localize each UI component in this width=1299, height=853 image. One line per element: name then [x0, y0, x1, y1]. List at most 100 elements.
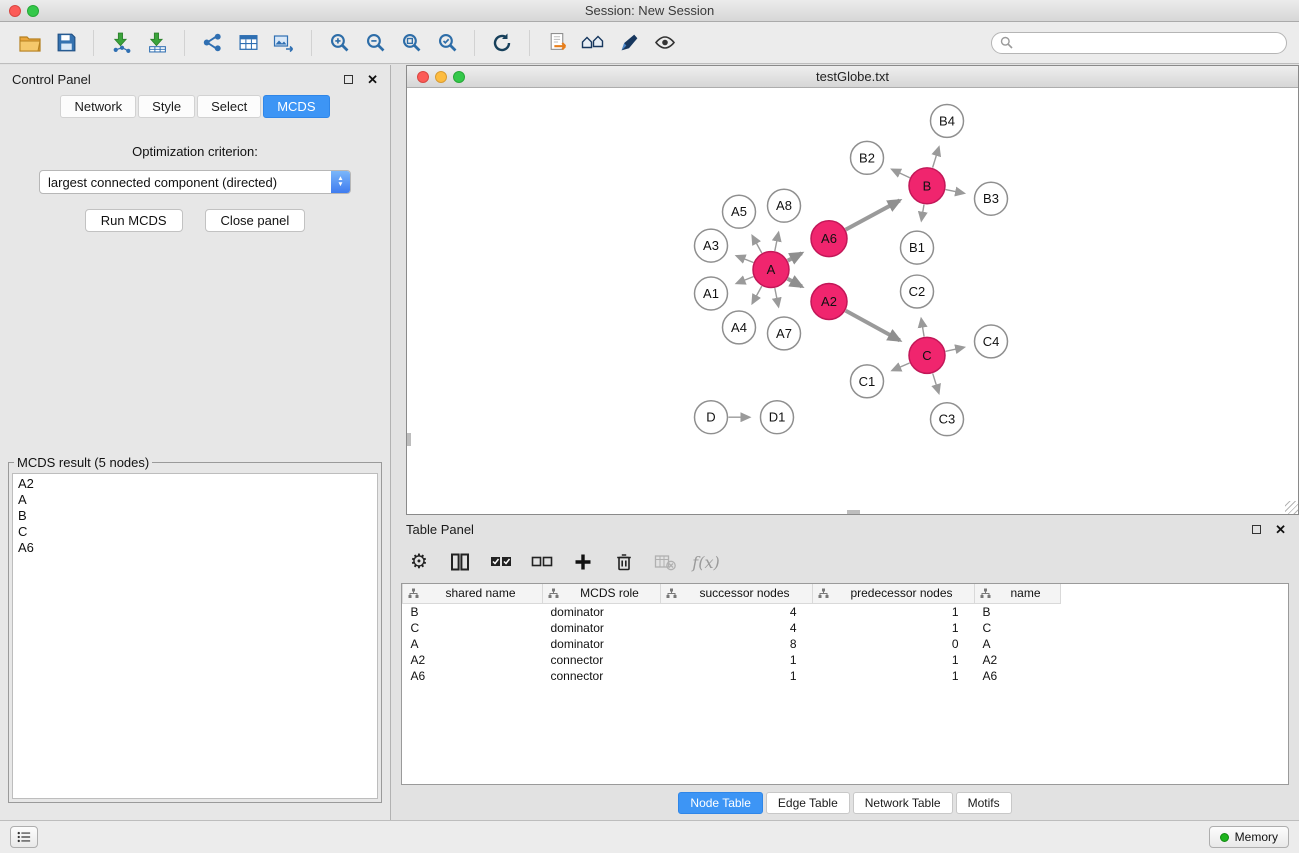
- network-graph[interactable]: B4B2BB3A5A8A6A3B1AC2A1A2A4A7C4CC1C3DD1: [407, 88, 1298, 514]
- network-canvas[interactable]: B4B2BB3A5A8A6A3B1AC2A1A2A4A7C4CC1C3DD1: [407, 88, 1298, 514]
- show-hide-button[interactable]: [647, 27, 683, 59]
- new-network-button[interactable]: [194, 27, 230, 59]
- table-cell[interactable]: 4: [661, 620, 813, 636]
- network-zoom-button[interactable]: [453, 71, 465, 83]
- network-minimize-button[interactable]: [435, 71, 447, 83]
- deselect-all-button[interactable]: [528, 548, 556, 576]
- graph-edge[interactable]: [846, 200, 900, 229]
- tab-select[interactable]: Select: [197, 95, 261, 118]
- column-header-shared-name[interactable]: shared name: [403, 584, 543, 603]
- table-cell[interactable]: 1: [813, 652, 975, 668]
- show-columns-button[interactable]: [446, 548, 474, 576]
- horizontal-scroll-indicator[interactable]: [847, 510, 860, 514]
- select-all-button[interactable]: [487, 548, 515, 576]
- table-cell[interactable]: 8: [661, 636, 813, 652]
- add-row-button[interactable]: [569, 548, 597, 576]
- tab-network[interactable]: Network: [60, 95, 136, 118]
- run-mcds-button[interactable]: Run MCDS: [85, 209, 183, 232]
- float-panel-icon[interactable]: [344, 75, 353, 84]
- table-cell[interactable]: 1: [661, 652, 813, 668]
- graph-edge[interactable]: [775, 288, 779, 306]
- zoom-in-button[interactable]: [321, 27, 357, 59]
- network-close-button[interactable]: [417, 71, 429, 83]
- result-item[interactable]: C: [18, 524, 372, 540]
- export-image-button[interactable]: [266, 27, 302, 59]
- graph-edge[interactable]: [788, 279, 802, 287]
- graph-edge[interactable]: [737, 256, 754, 263]
- table-cell[interactable]: A: [975, 636, 1061, 652]
- mcds-result-list[interactable]: A2ABCA6: [12, 473, 378, 799]
- graph-edge[interactable]: [892, 363, 909, 370]
- new-table-button[interactable]: [230, 27, 266, 59]
- zoom-selected-button[interactable]: [429, 27, 465, 59]
- column-header-mcds-role[interactable]: MCDS role: [543, 584, 661, 603]
- table-cell[interactable]: connector: [543, 652, 661, 668]
- table-cell[interactable]: dominator: [543, 620, 661, 636]
- graph-edge[interactable]: [752, 286, 762, 303]
- tab-network-table[interactable]: Network Table: [853, 792, 953, 814]
- table-cell[interactable]: 4: [661, 603, 813, 620]
- tab-edge-table[interactable]: Edge Table: [766, 792, 850, 814]
- table-cell[interactable]: A6: [975, 668, 1061, 684]
- table-cell[interactable]: A6: [403, 668, 543, 684]
- result-item[interactable]: A6: [18, 540, 372, 556]
- delete-row-button[interactable]: [610, 548, 638, 576]
- resize-grip[interactable]: [1285, 501, 1298, 514]
- table-row[interactable]: A6connector11A6: [403, 668, 1289, 684]
- export-document-button[interactable]: [539, 27, 575, 59]
- table-row[interactable]: Bdominator41B: [403, 603, 1289, 620]
- graph-edge[interactable]: [933, 147, 939, 167]
- result-item[interactable]: B: [18, 508, 372, 524]
- graph-edge[interactable]: [946, 347, 965, 351]
- tab-motifs[interactable]: Motifs: [956, 792, 1012, 814]
- table-cell[interactable]: connector: [543, 668, 661, 684]
- tab-node-table[interactable]: Node Table: [678, 792, 763, 814]
- table-settings-button[interactable]: ⚙: [405, 548, 433, 576]
- table-cell[interactable]: A2: [975, 652, 1061, 668]
- memory-button[interactable]: Memory: [1209, 826, 1289, 848]
- import-network-from-file-button[interactable]: [103, 27, 139, 59]
- table-row[interactable]: A2connector11A2: [403, 652, 1289, 668]
- graph-edge[interactable]: [775, 233, 779, 251]
- table-cell[interactable]: B: [403, 603, 543, 620]
- column-header-predecessor-nodes[interactable]: predecessor nodes: [813, 584, 975, 603]
- search-field[interactable]: [991, 32, 1287, 54]
- first-neighbors-button[interactable]: [575, 27, 611, 59]
- refresh-layout-button[interactable]: [484, 27, 520, 59]
- zoom-out-button[interactable]: [357, 27, 393, 59]
- table-cell[interactable]: dominator: [543, 603, 661, 620]
- table-cell[interactable]: C: [403, 620, 543, 636]
- tab-mcds[interactable]: MCDS: [263, 95, 329, 118]
- criterion-dropdown[interactable]: largest connected component (directed) ▲…: [39, 170, 351, 194]
- function-builder-button[interactable]: f(x): [692, 548, 720, 576]
- table-cell[interactable]: 1: [813, 603, 975, 620]
- tab-style[interactable]: Style: [138, 95, 195, 118]
- search-input[interactable]: [1018, 35, 1278, 51]
- graph-edge[interactable]: [737, 277, 754, 284]
- result-item[interactable]: A: [18, 492, 372, 508]
- graph-edge[interactable]: [921, 205, 924, 221]
- graph-edge[interactable]: [921, 319, 924, 337]
- table-row[interactable]: Cdominator41C: [403, 620, 1289, 636]
- graph-edge[interactable]: [933, 373, 939, 393]
- graph-edge[interactable]: [752, 236, 762, 253]
- column-header-name[interactable]: name: [975, 584, 1061, 603]
- zoom-fit-button[interactable]: [393, 27, 429, 59]
- close-table-panel-icon[interactable]: ✕: [1275, 523, 1286, 536]
- table-cell[interactable]: 1: [661, 668, 813, 684]
- vertical-scroll-indicator[interactable]: [407, 433, 411, 446]
- table-cell[interactable]: A: [403, 636, 543, 652]
- table-cell[interactable]: B: [975, 603, 1061, 620]
- table-cell[interactable]: 1: [813, 668, 975, 684]
- graph-edge[interactable]: [788, 253, 802, 260]
- annotation-pen-button[interactable]: [611, 27, 647, 59]
- table-cell[interactable]: 1: [813, 620, 975, 636]
- table-cell[interactable]: dominator: [543, 636, 661, 652]
- close-window-button[interactable]: [9, 5, 21, 17]
- table-cell[interactable]: 0: [813, 636, 975, 652]
- save-session-button[interactable]: [48, 27, 84, 59]
- table-cell[interactable]: A2: [403, 652, 543, 668]
- graph-edge[interactable]: [846, 311, 900, 341]
- task-history-button[interactable]: [10, 826, 38, 848]
- table-row[interactable]: Adominator80A: [403, 636, 1289, 652]
